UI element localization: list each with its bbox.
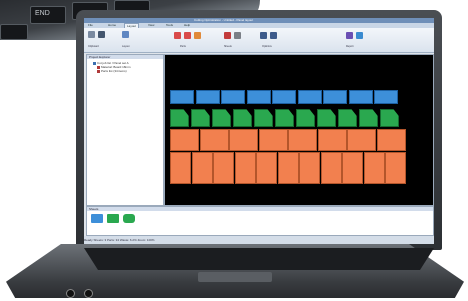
part-orange[interactable] [170, 152, 191, 184]
paste-icon[interactable] [88, 31, 95, 38]
part-orange[interactable] [363, 152, 385, 184]
part-orange[interactable] [299, 152, 320, 184]
panel-title: Sheets [87, 207, 433, 211]
status-bar: Ready Sheets: 3 Parts: 34 Waste: 6.2% Zo… [84, 236, 434, 244]
part-blue[interactable] [195, 90, 220, 104]
ribbon-group-label: Optimize [262, 45, 272, 48]
ribbon-group-label: Report [346, 45, 354, 48]
parts-icon [97, 70, 100, 73]
part-blue[interactable] [374, 90, 398, 104]
layout-icon[interactable] [122, 31, 129, 38]
part-orange[interactable] [288, 129, 317, 151]
folder-icon [93, 62, 96, 65]
part-orange[interactable] [256, 152, 277, 184]
cut-icon[interactable] [98, 31, 105, 38]
part-orange[interactable] [191, 152, 213, 184]
part-orange[interactable] [385, 152, 406, 184]
part-blue[interactable] [323, 90, 347, 104]
part-orange[interactable] [277, 152, 299, 184]
tree-item[interactable]: Parts list (34 items) [97, 70, 127, 73]
ribbon-group-label: Parts [180, 45, 186, 48]
audio-port [66, 289, 75, 298]
part-orange[interactable] [258, 129, 288, 151]
print-icon[interactable] [356, 32, 363, 39]
part-icon[interactable] [194, 32, 201, 39]
part-orange[interactable] [229, 129, 258, 151]
sheet-icon[interactable] [224, 32, 231, 39]
ribbon-group-label: Clipboard [88, 45, 99, 48]
keyboard-key-label: END [35, 10, 50, 17]
ribbon-group-label: Sheets [224, 45, 232, 48]
laptop-keyboard [84, 248, 434, 270]
part-icon[interactable] [174, 32, 181, 39]
part-blue[interactable] [221, 90, 245, 104]
part-orange[interactable] [376, 129, 406, 151]
keyboard-key-end: END [30, 6, 66, 24]
sheet-thumbnail[interactable] [123, 214, 135, 223]
part-orange[interactable] [199, 129, 229, 151]
part-blue[interactable] [246, 90, 271, 104]
project-explorer-panel: Project Explorer Cut job list / Panel se… [86, 54, 164, 206]
material-icon [97, 66, 100, 69]
part-orange[interactable] [317, 129, 347, 151]
ribbon-group-label: Layout [122, 45, 130, 48]
laptop-touchpad [198, 272, 272, 282]
part-orange[interactable] [342, 152, 363, 184]
part-blue[interactable] [170, 90, 194, 104]
part-orange[interactable] [170, 129, 199, 151]
report-icon[interactable] [346, 32, 353, 39]
part-icon[interactable] [184, 32, 191, 39]
sheet-thumbnail[interactable] [91, 214, 103, 223]
sheet-thumbnail[interactable] [107, 214, 119, 223]
sheet-icon[interactable] [234, 32, 241, 39]
part-blue[interactable] [348, 90, 373, 104]
part-orange[interactable] [213, 152, 234, 184]
part-orange[interactable] [347, 129, 376, 151]
sheets-panel: Sheets [86, 206, 434, 236]
window-title: Cutting Optimization - Untitled - Panel … [194, 18, 254, 22]
optimize-icon[interactable] [260, 32, 267, 39]
part-orange[interactable] [320, 152, 342, 184]
part-blue[interactable] [297, 90, 322, 104]
part-blue[interactable] [272, 90, 296, 104]
keyboard-key [0, 24, 28, 40]
ribbon-toolbar: Clipboard Layout Parts Sheets Optimize R… [84, 28, 434, 53]
panel-title: Project Explorer [87, 55, 163, 59]
optimize-icon[interactable] [270, 32, 277, 39]
audio-port [84, 289, 93, 298]
part-orange[interactable] [234, 152, 256, 184]
